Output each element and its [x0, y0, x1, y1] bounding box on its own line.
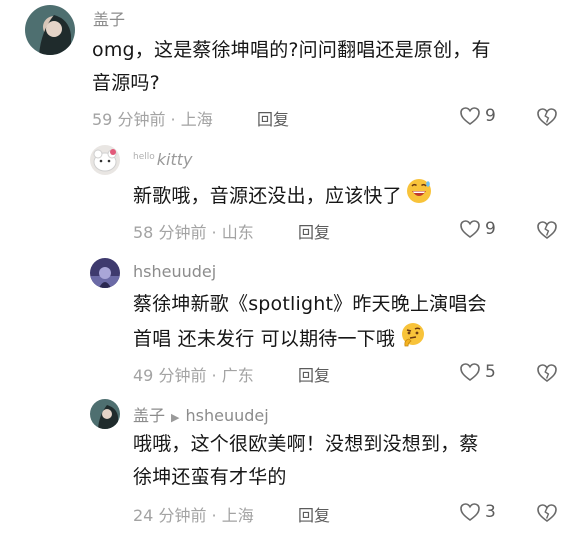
author-prefix: hello — [133, 151, 155, 162]
like-button[interactable]: 9 — [459, 106, 496, 126]
thinking-face-emoji — [399, 321, 427, 358]
comment-text-line: 哦哦，这个很欧美啊！没想到没想到，蔡 — [133, 433, 479, 455]
comment-author[interactable]: hello kitty — [133, 150, 192, 169]
comment-text: 哦哦，这个很欧美啊！没想到没想到，蔡 徐坤还蛮有才华的 — [133, 428, 479, 494]
heart-broken-icon — [537, 221, 557, 239]
comment-text-line: 首唱 还未发行 可以期待一下哦 — [133, 328, 396, 350]
comment-author[interactable]: 盖子 ▶ hsheuudej — [133, 402, 269, 426]
heart-outline-icon — [460, 363, 480, 381]
dislike-button[interactable] — [536, 220, 558, 244]
comment-text-line: 蔡徐坤新歌《spotlight》昨天晚上演唱会 — [133, 293, 487, 315]
reply-button[interactable]: 回复 — [257, 106, 289, 130]
comment-4: 盖子 ▶ hsheuudej 哦哦，这个很欧美啊！没想到没想到，蔡 徐坤还蛮有才华的… — [0, 390, 582, 537]
like-count: 9 — [485, 219, 496, 239]
comment-2: hello kitty 新歌哦，音源还没出，应该快了 58 分钟前 · 山东 回复… — [0, 138, 582, 248]
author-name: kitty — [156, 150, 193, 169]
comment-meta: 49 分钟前 · 广东 — [133, 366, 254, 385]
comment-text-line: 徐坤还蛮有才华的 — [133, 466, 287, 488]
avatar[interactable] — [90, 399, 120, 429]
comment-text: 新歌哦，音源还没出，应该快了 — [133, 178, 432, 215]
reply-to-name[interactable]: hsheuudej — [185, 406, 268, 425]
comment-text: 蔡徐坤新歌《spotlight》昨天晚上演唱会 首唱 还未发行 可以期待一下哦 — [133, 288, 487, 358]
comment-text-line: 新歌哦，音源还没出，应该快了 — [133, 185, 402, 207]
comment-text: omg，这是蔡徐坤唱的?问问翻唱还是原创，有 音源吗? — [92, 34, 491, 100]
comment-text-line: 音源吗? — [92, 72, 160, 94]
triangle-right-icon: ▶ — [171, 411, 180, 424]
author-name: 盖子 — [133, 406, 166, 425]
heart-broken-icon — [537, 364, 557, 382]
like-count: 3 — [485, 502, 496, 522]
dislike-button[interactable] — [536, 503, 558, 527]
comment-author[interactable]: 盖子 — [93, 6, 125, 30]
like-button[interactable]: 5 — [459, 362, 496, 382]
avatar[interactable] — [90, 145, 120, 175]
reply-button[interactable]: 回复 — [298, 502, 330, 526]
comment-text-line: omg，这是蔡徐坤唱的?问问翻唱还是原创，有 — [92, 39, 491, 61]
comment-1: 盖子 omg，这是蔡徐坤唱的?问问翻唱还是原创，有 音源吗? 59 分钟前 · … — [0, 0, 582, 138]
dislike-button[interactable] — [536, 107, 558, 131]
like-count: 5 — [485, 362, 496, 382]
heart-broken-icon — [537, 108, 557, 126]
heart-broken-icon — [537, 504, 557, 522]
comment-3: hsheuudej 蔡徐坤新歌《spotlight》昨天晚上演唱会 首唱 还未发… — [0, 248, 582, 390]
comment-meta: 59 分钟前 · 上海 — [92, 110, 213, 129]
dislike-button[interactable] — [536, 363, 558, 387]
heart-outline-icon — [460, 503, 480, 521]
avatar[interactable] — [90, 258, 120, 288]
avatar[interactable] — [25, 5, 75, 55]
comment-meta: 58 分钟前 · 山东 — [133, 223, 254, 242]
reply-button[interactable]: 回复 — [298, 219, 330, 243]
like-button[interactable]: 9 — [459, 219, 496, 239]
heart-outline-icon — [460, 107, 480, 125]
comment-meta: 24 分钟前 · 上海 — [133, 506, 254, 525]
like-button[interactable]: 3 — [459, 502, 496, 522]
like-count: 9 — [485, 106, 496, 126]
heart-outline-icon — [460, 220, 480, 238]
grinning-sweat-emoji — [406, 178, 432, 215]
reply-button[interactable]: 回复 — [298, 362, 330, 386]
comment-author[interactable]: hsheuudej — [133, 262, 216, 281]
